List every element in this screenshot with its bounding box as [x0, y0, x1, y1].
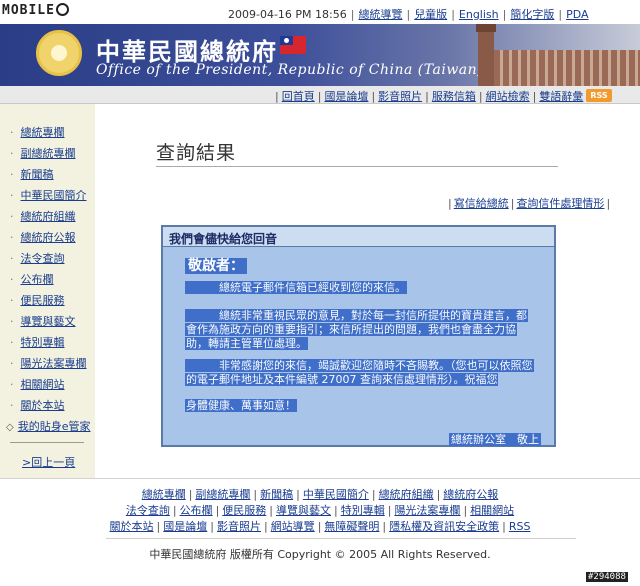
top-link-simplified[interactable]: 簡化字版 [510, 8, 554, 21]
footer-link[interactable]: 新聞稿 [260, 488, 293, 501]
sidebar-item-about[interactable]: · 關於本站 [10, 397, 65, 413]
footer-link[interactable]: 導覽與藝文 [276, 504, 331, 517]
footer-link[interactable]: 陽光法案專欄 [394, 504, 460, 517]
copyright: 中華民國總統府 版權所有 Copyright © 2005 All Rights… [149, 548, 491, 561]
footer-link[interactable]: 總統專欄 [142, 488, 186, 501]
copyright-divider [106, 538, 576, 539]
message-wish: 身體健康、萬事如意！ [185, 399, 297, 412]
message-paragraph-2: 總統非常重視民眾的意見，對於每一封信所提供的寶貴建言，都會作為施政方向的重要指引… [185, 309, 528, 350]
footer-link[interactable]: 影音照片 [217, 520, 261, 533]
page-title: 查詢結果 [156, 142, 237, 164]
footer-link[interactable]: 關於本站 [110, 520, 154, 533]
nav-forum[interactable]: 國是論壇 [324, 90, 368, 103]
check-letter-status-link[interactable]: 查詢信件處理情形 [516, 197, 604, 210]
sidebar-item-vp-column[interactable]: · 副總統專欄 [10, 145, 76, 161]
footer-divider [0, 478, 640, 479]
sidebar-item-e-butler[interactable]: ◇ 我的貼身e管家 [6, 418, 90, 434]
footer-links-row-1: 總統專欄 | 副總統專欄 | 新聞稿 | 中華民國簡介 | 總統府組織 | 總統府公報 [141, 488, 499, 501]
nav-bar: | 回首頁 | 國是論壇 | 影音照片 | 服務信箱 | 網站檢索 | 雙語辭彙 RSS [0, 86, 640, 104]
top-link-english[interactable]: English [459, 8, 499, 21]
nav-media[interactable]: 影音照片 [378, 90, 422, 103]
flag-icon [280, 36, 306, 54]
sidebar-item-services[interactable]: · 便民服務 [10, 292, 65, 308]
sidebar-item-president-column[interactable]: · 總統專欄 [10, 124, 65, 140]
footer-links-row-3: 關於本站 | 國是論壇 | 影音照片 | 網站導覽 | 無障礙聲明 | 隱私權及資訊安全政策 | RSS [109, 520, 531, 533]
action-links: | 寫信給總統 | 查詢信件處理情形 | [448, 197, 611, 210]
footer-link[interactable]: 國是論壇 [163, 520, 207, 533]
footer-link[interactable]: 副總統專欄 [195, 488, 250, 501]
footer-link[interactable]: 總統府組織 [379, 488, 434, 501]
footer-link[interactable]: 隱私權及資訊安全政策 [389, 520, 499, 533]
sidebar-item-roc-intro[interactable]: · 中華民國簡介 [10, 187, 87, 203]
datetime: 2009-04-16 PM 18:56 [228, 8, 347, 21]
greeting: 敬啟者： [185, 255, 247, 275]
sidebar-divider [10, 442, 84, 443]
top-strip: MOBILE 2009-04-16 PM 18:56 | 總統導覽 | 兒童版 | Engl… [0, 0, 640, 24]
footer-link[interactable]: 網站導覽 [271, 520, 315, 533]
site-title-en: Office of the President, Republic of Chi… [96, 62, 484, 78]
footer-link[interactable]: 法令查詢 [126, 504, 170, 517]
top-link-pda[interactable]: PDA [566, 8, 588, 21]
nav-glossary[interactable]: 雙語辭彙 [539, 90, 583, 103]
sidebar-item-news[interactable]: · 新聞稿 [10, 166, 54, 182]
nav-search[interactable]: 網站檢索 [486, 90, 530, 103]
nav-mailbox[interactable]: 服務信箱 [432, 90, 476, 103]
top-links: 2009-04-16 PM 18:56 | 總統導覽 | 兒童版 | English | 簡化字… [228, 8, 589, 21]
footer-link[interactable]: 總統府公報 [443, 488, 498, 501]
footer-link[interactable]: 無障礙聲明 [324, 520, 379, 533]
sidebar-item-sunshine[interactable]: · 陽光法案專欄 [10, 355, 87, 371]
title-divider [156, 166, 558, 167]
footer-link[interactable]: 公布欄 [180, 504, 213, 517]
reply-panel: 我們會儘快給您回音 敬啟者： 總統電子郵件信箱已經收到您的來信。 總統非常重視民… [161, 225, 556, 447]
top-link-tour[interactable]: 總統導覽 [358, 8, 402, 21]
signature: 總統辦公室 敬上 [449, 433, 541, 446]
sidebar-item-special[interactable]: · 特別專輯 [10, 334, 65, 350]
footer-link[interactable]: 相關網站 [470, 504, 514, 517]
sidebar: · 總統專欄 · 副總統專欄 · 新聞稿 · 中華民國簡介 · 總統府組織 · 總統府公報 … [0, 104, 95, 478]
top-link-kids[interactable]: 兒童版 [414, 8, 447, 21]
diamond-icon: ◇ [6, 422, 14, 433]
sidebar-item-gazette[interactable]: · 總統府公報 [10, 229, 76, 245]
footer-link[interactable]: RSS [509, 520, 531, 533]
national-emblem-icon [36, 30, 82, 76]
message-paragraph-1: 總統電子郵件信箱已經收到您的來信。 [185, 281, 537, 295]
back-link[interactable]: >回上一頁 [22, 454, 75, 470]
footer-link[interactable]: 中華民國簡介 [303, 488, 369, 501]
sidebar-item-tour-arts[interactable]: · 導覽與藝文 [10, 313, 76, 329]
image-watermark-id: #294088 [586, 572, 628, 582]
message-paragraph-3: 非常感謝您的來信，竭誠歡迎您隨時不吝賜教。（您也可以依照您的電子郵件地址及本件編… [185, 359, 534, 386]
sidebar-item-organization[interactable]: · 總統府組織 [10, 208, 76, 224]
footer-link[interactable]: 特別專輯 [341, 504, 385, 517]
sidebar-item-laws[interactable]: · 法令查詢 [10, 250, 65, 266]
nav-home[interactable]: 回首頁 [282, 90, 315, 103]
footer-links-row-2: 法令查詢 | 公布欄 | 便民服務 | 導覽與藝文 | 特別專輯 | 陽光法案專欄 | 相關網站 [125, 504, 515, 517]
write-to-president-link[interactable]: 寫信給總統 [454, 197, 509, 210]
mobile01-ring-icon [55, 3, 69, 16]
presidential-building-image [470, 24, 640, 86]
rss-icon[interactable]: RSS [586, 89, 612, 102]
sidebar-item-related-sites[interactable]: · 相關網站 [10, 376, 65, 392]
sidebar-item-bulletin[interactable]: · 公布欄 [10, 271, 54, 287]
mobile01-watermark-logo: MOBILE [2, 3, 69, 18]
footer-link[interactable]: 便民服務 [222, 504, 266, 517]
reply-panel-header: 我們會儘快給您回音 [163, 227, 554, 247]
header-banner: 中華民國總統府 Office of the President, Republi… [0, 24, 640, 86]
